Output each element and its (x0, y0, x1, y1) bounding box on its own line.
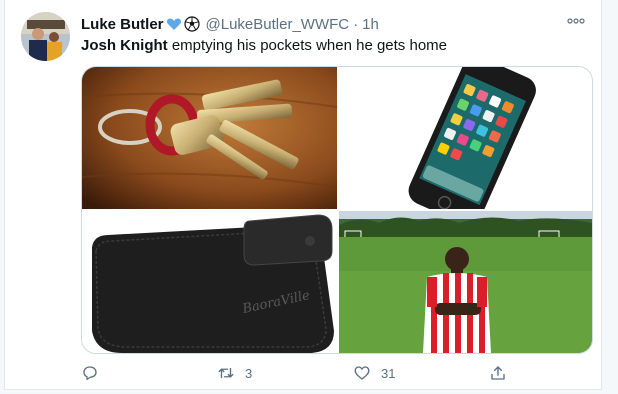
footballer-image (339, 211, 592, 353)
like-button[interactable]: 31 (353, 362, 395, 384)
share-icon (491, 366, 505, 380)
media-grid: BaoraVille (81, 66, 593, 354)
tweet-actions: 3 31 (81, 362, 511, 384)
wallet-image: BaoraVille (82, 211, 337, 353)
iphone-photo[interactable] (339, 67, 592, 209)
keys-image (82, 67, 337, 209)
blue-heart-icon (166, 18, 181, 30)
tweet-card[interactable]: Luke Butler @LukeButler_WWFC · 1h Josh K… (4, 0, 602, 390)
share-button[interactable] (489, 362, 507, 384)
timestamp[interactable]: 1h (362, 16, 379, 33)
retweet-count: 3 (245, 365, 253, 381)
tweet-header: Luke Butler @LukeButler_WWFC · 1h (81, 14, 379, 34)
retweet-icon (218, 367, 234, 379)
phone-image (339, 67, 592, 209)
reply-icon (83, 366, 97, 381)
mention-bold: Josh Knight (81, 37, 168, 54)
like-count: 31 (381, 365, 396, 381)
display-name[interactable]: Luke Butler (81, 16, 164, 33)
tweet-text-rest: emptying his pockets when he gets home (167, 37, 447, 54)
like-heart-icon (354, 366, 370, 380)
separator-dot: · (353, 15, 359, 33)
reply-button[interactable] (81, 362, 109, 384)
retweet-button[interactable]: 3 (217, 362, 252, 384)
user-handle[interactable]: @LukeButler_WWFC (206, 16, 350, 33)
player-photo[interactable] (339, 211, 592, 353)
keys-photo[interactable] (82, 67, 337, 209)
avatar[interactable] (21, 12, 70, 61)
more-options-icon[interactable] (567, 16, 585, 26)
tweet-text: Josh Knight emptying his pockets when he… (81, 37, 447, 54)
wallet-photo[interactable]: BaoraVille (82, 211, 337, 353)
soccer-ball-icon (183, 16, 200, 32)
